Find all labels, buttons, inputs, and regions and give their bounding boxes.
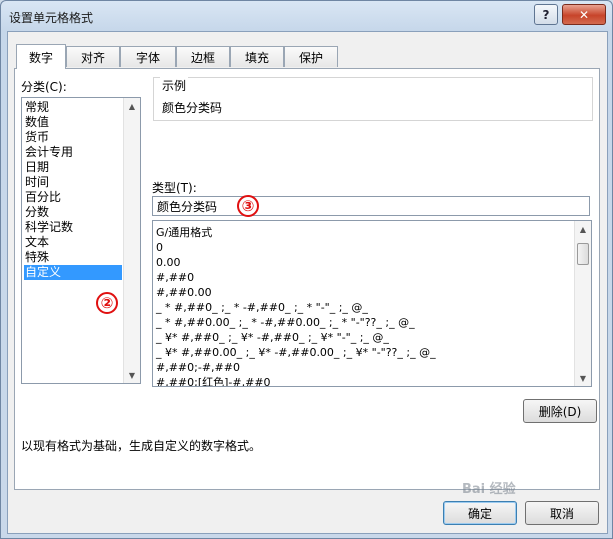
tab-label: 边框 (190, 50, 215, 65)
tab-fill[interactable]: 填充 (230, 46, 284, 67)
category-listbox[interactable]: 常规 数值 货币 会计专用 日期 时间 百分比 分数 科学记数 文本 特殊 自定… (21, 97, 141, 384)
tab-label: 字体 (135, 50, 160, 65)
tab-font[interactable]: 字体 (120, 46, 176, 67)
tab-label: 保护 (298, 50, 323, 65)
list-item[interactable]: 0 (156, 240, 163, 255)
list-item[interactable]: #,##0;[红色]-#,##0 (156, 375, 271, 386)
list-item[interactable]: 分数 (24, 205, 122, 220)
format-scrollbar[interactable]: ▲ ▼ (574, 221, 591, 386)
tab-border[interactable]: 边框 (176, 46, 230, 67)
scroll-up-arrow-icon[interactable]: ▲ (575, 221, 591, 237)
cancel-button-label: 取消 (549, 506, 574, 521)
list-item[interactable]: G/通用格式 (156, 225, 212, 240)
list-item[interactable]: _ ¥* #,##0_ ;_ ¥* -#,##0_ ;_ ¥* "-"_ ;_ … (156, 330, 389, 345)
list-item[interactable]: _ ¥* #,##0.00_ ;_ ¥* -#,##0.00_ ;_ ¥* "-… (156, 345, 436, 360)
list-item[interactable]: 特殊 (24, 250, 122, 265)
tab-label: 对齐 (80, 50, 105, 65)
type-input-value: 颜色分类码 (157, 200, 218, 214)
tab-alignment[interactable]: 对齐 (66, 46, 120, 67)
list-item[interactable]: 百分比 (24, 190, 122, 205)
scroll-thumb[interactable] (577, 243, 589, 265)
annotation-marker-2: ② (96, 292, 118, 314)
list-item[interactable]: 科学记数 (24, 220, 122, 235)
category-scrollbar[interactable]: ▲ ▼ (123, 98, 140, 383)
close-button[interactable]: ✕ (562, 4, 606, 25)
scroll-up-arrow-icon[interactable]: ▲ (124, 98, 140, 114)
list-item[interactable]: 常规 (24, 100, 122, 115)
type-label: 类型(T): (152, 181, 197, 195)
ok-button[interactable]: 确定 (443, 501, 517, 525)
tab-number[interactable]: 数字 (16, 44, 66, 69)
list-item[interactable]: 货币 (24, 130, 122, 145)
sample-group: 示例 颜色分类码 (153, 77, 593, 121)
format-cells-dialog: 设置单元格格式 ? ✕ 数字 对齐 字体 边框 填充 保护 分类(C): 常规 … (0, 0, 613, 539)
format-description: 以现有格式为基础，生成自定义的数字格式。 (21, 439, 262, 453)
list-item[interactable]: 日期 (24, 160, 122, 175)
dialog-title: 设置单元格格式 (9, 11, 94, 25)
category-label: 分类(C): (21, 80, 67, 94)
sample-label: 示例 (160, 77, 189, 94)
tab-label: 填充 (244, 50, 269, 65)
delete-button-label: 删除(D) (538, 404, 582, 419)
tab-label: 数字 (28, 50, 53, 65)
help-button[interactable]: ? (534, 4, 558, 25)
format-listbox[interactable]: G/通用格式 0 0.00 #,##0 #,##0.00 _ * #,##0_ … (152, 220, 592, 387)
sample-value: 颜色分类码 (162, 101, 223, 115)
type-input[interactable]: 颜色分类码 (152, 196, 590, 216)
list-item[interactable]: 0.00 (156, 255, 181, 270)
list-item[interactable]: 数值 (24, 115, 122, 130)
title-bar[interactable]: 设置单元格格式 ? ✕ (1, 1, 612, 31)
list-item[interactable]: #,##0;-#,##0 (156, 360, 240, 375)
list-item[interactable]: 时间 (24, 175, 122, 190)
close-icon: ✕ (578, 7, 590, 22)
list-item[interactable]: 会计专用 (24, 145, 122, 160)
list-item[interactable]: #,##0.00 (156, 285, 212, 300)
tab-protection[interactable]: 保护 (284, 46, 338, 67)
ok-button-label: 确定 (467, 506, 492, 521)
list-item[interactable]: 文本 (24, 235, 122, 250)
watermark: Bai 经验 (462, 482, 516, 497)
annotation-marker-3: ③ (237, 195, 259, 217)
scroll-down-arrow-icon[interactable]: ▼ (575, 370, 591, 386)
dialog-client-area: 数字 对齐 字体 边框 填充 保护 分类(C): 常规 数值 货币 会计专用 日… (7, 31, 608, 534)
list-item[interactable]: _ * #,##0.00_ ;_ * -#,##0.00_ ;_ * "-"??… (156, 315, 415, 330)
cancel-button[interactable]: 取消 (525, 501, 599, 525)
number-tab-panel: 分类(C): 常规 数值 货币 会计专用 日期 时间 百分比 分数 科学记数 文… (14, 68, 600, 490)
list-item[interactable]: #,##0 (156, 270, 194, 285)
list-item-selected[interactable]: 自定义 (24, 265, 122, 280)
scroll-down-arrow-icon[interactable]: ▼ (124, 367, 140, 383)
list-item[interactable]: _ * #,##0_ ;_ * -#,##0_ ;_ * "-"_ ;_ @_ (156, 300, 368, 315)
help-icon: ? (542, 7, 550, 22)
delete-button[interactable]: 删除(D) (523, 399, 597, 423)
